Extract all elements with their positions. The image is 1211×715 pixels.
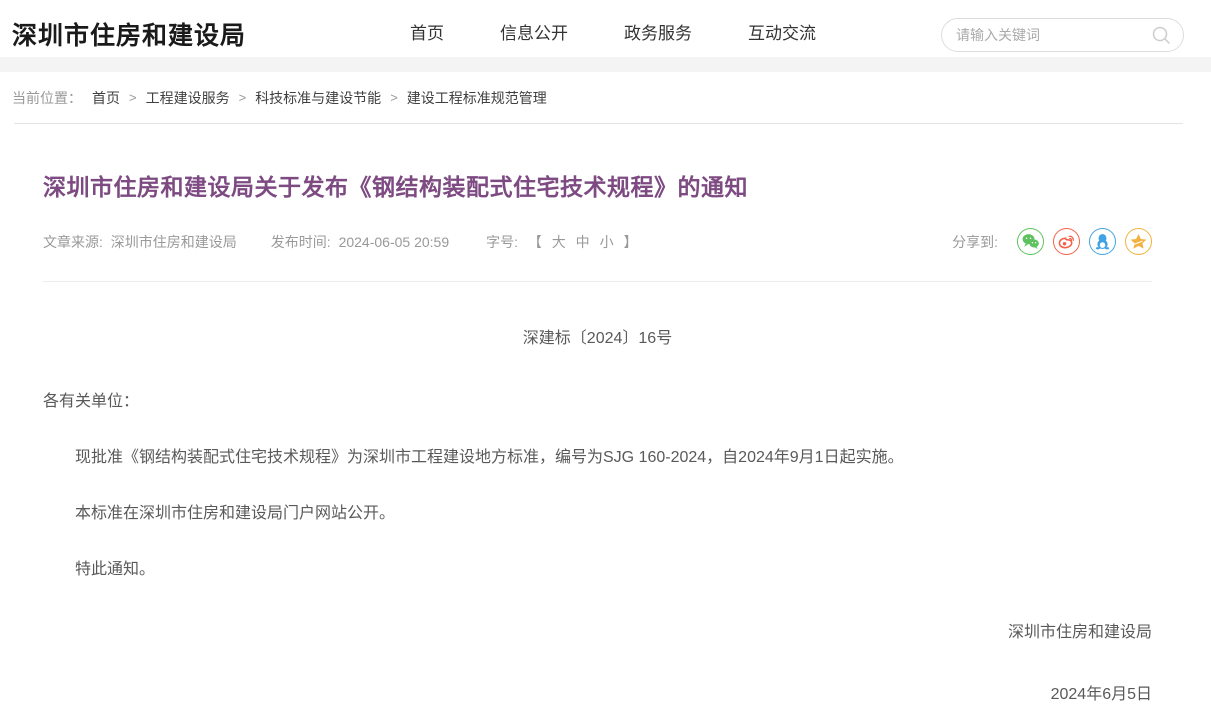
wechat-icon: [1021, 232, 1040, 251]
signature-org: 深圳市住房和建设局: [43, 618, 1152, 642]
site-logo-title[interactable]: 深圳市住房和建设局: [12, 16, 246, 52]
body-paragraph: 本标准在深圳市住房和建设局门户网站公开。: [43, 504, 1152, 523]
breadcrumb-divider-line: [14, 123, 1183, 124]
font-size-small-button[interactable]: 小: [600, 234, 614, 250]
breadcrumb-label: 当前位置：: [12, 88, 82, 108]
breadcrumb-item-tech-standards[interactable]: 科技标准与建设节能: [255, 88, 381, 108]
font-size-label: 字号:: [486, 234, 518, 250]
nav-item-interaction[interactable]: 互动交流: [748, 19, 816, 44]
article-container: 深圳市住房和建设局关于发布《钢结构装配式住宅技术规程》的通知 文章来源: 深圳市…: [0, 168, 1211, 704]
font-size-medium-button[interactable]: 中: [576, 234, 590, 250]
meta-source-label: 文章来源:: [43, 234, 103, 250]
breadcrumb: 当前位置： 首页 > 工程建设服务 > 科技标准与建设节能 > 建设工程标准规范…: [0, 72, 1211, 123]
main-nav: 首页 信息公开 政务服务 互动交流: [410, 0, 816, 62]
search-icon[interactable]: [1151, 25, 1171, 45]
search-input[interactable]: [956, 27, 1151, 43]
search-box: [941, 18, 1184, 52]
share-qzone-button[interactable]: [1125, 228, 1152, 255]
meta-time-label: 发布时间:: [271, 234, 331, 250]
breadcrumb-item-engineering-services[interactable]: 工程建设服务: [146, 88, 230, 108]
meta-publish-time: 发布时间: 2024-06-05 20:59: [271, 232, 449, 252]
breadcrumb-separator: >: [129, 90, 137, 105]
meta-source: 文章来源: 深圳市住房和建设局: [43, 232, 237, 252]
article-meta: 文章来源: 深圳市住房和建设局 发布时间: 2024-06-05 20:59 字…: [43, 232, 674, 252]
share-label: 分享到:: [952, 232, 998, 252]
font-size-bracket-close: 】: [623, 234, 637, 250]
share-wechat-button[interactable]: [1017, 228, 1044, 255]
share-bar: 分享到:: [952, 228, 1152, 255]
nav-item-info-disclosure[interactable]: 信息公开: [500, 19, 568, 44]
meta-divider-line: [43, 281, 1152, 282]
share-qq-button[interactable]: [1089, 228, 1116, 255]
body-paragraph: 特此通知。: [43, 560, 1152, 579]
share-weibo-button[interactable]: [1053, 228, 1080, 255]
nav-item-home[interactable]: 首页: [410, 19, 444, 44]
font-size-control: 字号: 【 大 中 小 】: [483, 232, 640, 252]
weibo-icon: [1057, 232, 1076, 251]
breadcrumb-separator: >: [239, 90, 247, 105]
breadcrumb-separator: >: [390, 90, 398, 105]
site-header: 深圳市住房和建设局 首页 信息公开 政务服务 互动交流: [0, 0, 1211, 57]
article-meta-row: 文章来源: 深圳市住房和建设局 发布时间: 2024-06-05 20:59 字…: [43, 228, 1152, 255]
meta-source-value: 深圳市住房和建设局: [111, 234, 237, 250]
qq-icon: [1093, 232, 1112, 251]
breadcrumb-item-home[interactable]: 首页: [92, 88, 120, 108]
document-number: 深建标〔2024〕16号: [43, 324, 1152, 348]
font-size-bracket-open: 【: [528, 234, 542, 250]
breadcrumb-item-standard-management[interactable]: 建设工程标准规范管理: [407, 88, 547, 108]
article-title: 深圳市住房和建设局关于发布《钢结构装配式住宅技术规程》的通知: [43, 168, 1152, 202]
nav-item-gov-services[interactable]: 政务服务: [624, 19, 692, 44]
qzone-star-icon: [1129, 232, 1148, 251]
meta-time-value: 2024-06-05 20:59: [339, 234, 450, 250]
body-paragraph: 现批准《钢结构装配式住宅技术规程》为深圳市工程建设地方标准，编号为SJG 160…: [43, 448, 1152, 467]
salutation: 各有关单位：: [43, 387, 1152, 411]
font-size-large-button[interactable]: 大: [552, 234, 566, 250]
signature-date: 2024年6月5日: [43, 680, 1152, 704]
